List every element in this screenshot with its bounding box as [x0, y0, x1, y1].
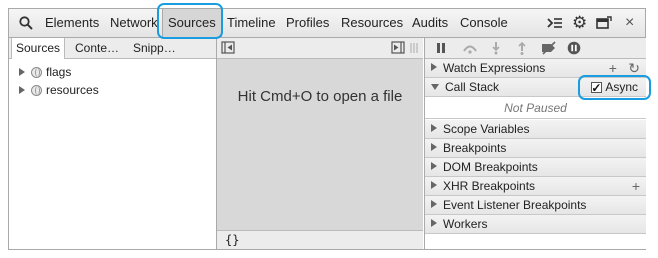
refresh-icon[interactable]: ↻ — [628, 59, 640, 78]
open-file-hint: Hit Cmd+O to open a file — [237, 88, 403, 105]
collapsed-arrow-icon — [431, 181, 437, 189]
pane-workers[interactable]: Workers — [425, 215, 646, 234]
step-over-icon[interactable] — [462, 42, 478, 54]
settings-gear-icon[interactable]: ⚙ — [572, 14, 588, 31]
async-checkbox[interactable]: Async — [591, 78, 638, 98]
tab-resources[interactable]: Resources — [341, 9, 403, 37]
debugger-toolbar — [425, 38, 646, 59]
pane-event-listener-breakpoints[interactable]: Event Listener Breakpoints — [425, 196, 646, 215]
console-drawer-icon[interactable] — [546, 15, 562, 31]
pane-scope-variables[interactable]: Scope Variables — [425, 120, 646, 139]
tree-item-label: resources — [46, 83, 99, 97]
tab-timeline[interactable]: Timeline — [227, 9, 276, 37]
debugger-sidebar: Watch Expressions + ↻ Call Stack Async N… — [424, 38, 646, 249]
pane-title: Workers — [443, 217, 488, 231]
devtools-window: Elements Network Sources Timeline Profil… — [8, 8, 646, 250]
tab-elements[interactable]: Elements — [45, 9, 99, 37]
expand-arrow-icon[interactable] — [19, 68, 25, 76]
step-into-icon[interactable] — [491, 41, 501, 55]
pane-call-stack[interactable]: Call Stack Async — [425, 78, 646, 98]
navigator-pane: Sources Conte… Snipp… flags resources — [9, 38, 217, 249]
collapsed-arrow-icon — [431, 124, 437, 132]
pause-icon[interactable] — [435, 42, 447, 54]
tree-item-flags[interactable]: flags — [19, 63, 71, 81]
tab-navigator-sources[interactable]: Sources — [11, 38, 66, 59]
pane-watch-expressions[interactable]: Watch Expressions + ↻ — [425, 59, 646, 78]
add-watch-icon[interactable]: + — [609, 59, 617, 78]
collapsed-arrow-icon — [431, 63, 437, 71]
close-icon[interactable]: × — [625, 15, 641, 31]
editor-area: Hit Cmd+O to open a file {} — [217, 38, 423, 249]
pane-title: Call Stack — [445, 80, 500, 94]
pane-title: Watch Expressions — [443, 61, 546, 75]
pretty-print-button[interactable]: {} — [225, 231, 239, 249]
tab-audits[interactable]: Audits — [412, 9, 448, 37]
tab-profiles[interactable]: Profiles — [286, 9, 329, 37]
tab-navigator-content-scripts[interactable]: Conte… — [71, 38, 123, 58]
resize-grip-icon[interactable] — [410, 42, 418, 54]
async-label: Async — [605, 80, 638, 94]
navigator-tabs: Sources Conte… Snipp… — [9, 38, 216, 59]
pane-dom-breakpoints[interactable]: DOM Breakpoints — [425, 158, 646, 177]
pane-title: DOM Breakpoints — [443, 160, 538, 174]
collapsed-arrow-icon — [431, 200, 437, 208]
pane-xhr-breakpoints[interactable]: XHR Breakpoints + — [425, 177, 646, 196]
checkbox-checked-icon[interactable] — [591, 79, 603, 98]
toggle-navigator-icon[interactable] — [221, 41, 235, 54]
dock-icon[interactable] — [595, 15, 612, 31]
pane-title: Breakpoints — [443, 141, 507, 155]
tree-item-label: flags — [46, 65, 72, 79]
add-xhr-breakpoint-icon[interactable]: + — [632, 177, 640, 196]
deactivate-breakpoints-icon[interactable] — [540, 41, 558, 55]
collapsed-arrow-icon — [431, 162, 437, 170]
pause-on-exceptions-icon[interactable] — [567, 41, 581, 55]
pane-title: Event Listener Breakpoints — [443, 198, 587, 212]
watch-tools: + ↻ — [601, 59, 640, 78]
editor-footer: {} — [217, 230, 423, 249]
tab-sources[interactable]: Sources — [162, 9, 222, 37]
tab-console[interactable]: Console — [460, 9, 508, 37]
search-icon[interactable] — [18, 15, 34, 31]
tab-navigator-snippets[interactable]: Snipp… — [129, 38, 180, 58]
globe-icon — [31, 67, 42, 78]
pane-title: Scope Variables — [443, 122, 530, 136]
expand-arrow-icon[interactable] — [19, 86, 25, 94]
xhr-tools: + — [624, 177, 640, 196]
call-stack-status: Not Paused — [425, 97, 646, 119]
collapsed-arrow-icon — [431, 219, 437, 227]
main-toolbar: Elements Network Sources Timeline Profil… — [9, 9, 645, 38]
tree-item-resources[interactable]: resources — [19, 81, 99, 99]
collapsed-arrow-icon — [431, 143, 437, 151]
step-out-icon[interactable] — [517, 41, 527, 55]
pane-title: XHR Breakpoints — [443, 179, 536, 193]
pane-breakpoints[interactable]: Breakpoints — [425, 139, 646, 158]
editor-toolbar — [217, 38, 423, 59]
globe-icon — [31, 85, 42, 96]
expanded-arrow-icon — [431, 84, 439, 90]
tab-network[interactable]: Network — [110, 9, 158, 37]
toggle-debugger-icon[interactable] — [391, 41, 405, 54]
